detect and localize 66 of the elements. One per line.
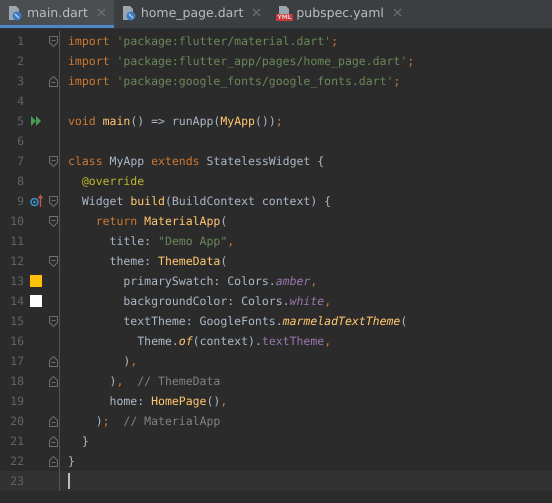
line-number: 13: [9, 274, 24, 288]
code-line: textTheme: GoogleFonts.marmeladTextTheme(: [122, 314, 408, 328]
run-icon[interactable]: [30, 115, 42, 127]
line-number: 21: [9, 434, 24, 448]
line-number: 12: [9, 254, 24, 268]
fold-icon[interactable]: [49, 456, 58, 466]
line-number: 3: [16, 74, 24, 88]
code-line: ); // MaterialApp: [94, 414, 220, 428]
code-line: ),: [122, 354, 138, 368]
line-number: 22: [9, 454, 24, 468]
code-line: backgroundColor: Colors.white,: [122, 294, 332, 308]
line-number: 15: [9, 314, 24, 328]
line-number: 8: [16, 174, 24, 188]
line-number: 6: [16, 134, 24, 148]
code-line: import 'package:google_fonts/google_fonts.dart';: [68, 74, 400, 88]
code-line: return MaterialApp(: [94, 214, 228, 228]
line-number: 19: [9, 394, 24, 408]
fold-icon[interactable]: [49, 216, 58, 226]
code-line: Theme.of(context).textTheme,: [136, 334, 332, 348]
dart-file-icon: [122, 4, 136, 20]
code-line: title: "Demo App",: [108, 234, 234, 248]
code-line: ), // ThemeData: [108, 374, 220, 388]
code-line: Widget build(BuildContext context) {: [80, 194, 332, 208]
line-number: 14: [9, 294, 24, 308]
code-line: class MyApp extends StatelessWidget {: [68, 154, 324, 168]
code-line: @override: [80, 174, 144, 188]
line-number: 5: [16, 114, 24, 128]
code-line: import 'package:flutter_app/pages/home_page.dart';: [68, 54, 414, 68]
override-icon[interactable]: [30, 194, 42, 208]
text-cursor: [68, 473, 70, 489]
line-number: 1: [16, 34, 24, 48]
fold-icon[interactable]: [49, 156, 58, 166]
fold-icon[interactable]: [49, 316, 58, 326]
line-number: 20: [9, 414, 24, 428]
code-line: import 'package:flutter/material.dart';: [68, 34, 338, 48]
line-number: 4: [16, 94, 24, 108]
dart-file-icon: [8, 4, 22, 20]
code-line: }: [80, 434, 89, 448]
close-icon[interactable]: [392, 8, 402, 17]
file-tab[interactable]: main.dart: [0, 0, 114, 28]
line-number: 17: [9, 354, 24, 368]
color-swatch[interactable]: [30, 295, 42, 307]
code-line: primarySwatch: Colors.amber,: [122, 274, 318, 288]
line-number: 16: [9, 334, 24, 348]
line-number: 10: [9, 214, 24, 228]
code-line: }: [68, 454, 75, 468]
line-number: 9: [16, 194, 24, 208]
fold-icon[interactable]: [49, 196, 58, 206]
code-line: theme: ThemeData(: [108, 254, 228, 268]
file-tab[interactable]: home_page.dart: [114, 0, 270, 28]
fold-icon[interactable]: [49, 356, 58, 366]
line-number: 11: [9, 234, 24, 248]
line-number: 2: [16, 54, 24, 68]
fold-icon[interactable]: [49, 256, 58, 266]
fold-icon[interactable]: [49, 76, 58, 86]
color-swatch[interactable]: [30, 275, 42, 287]
fold-icon[interactable]: [49, 416, 58, 426]
close-icon[interactable]: [252, 8, 262, 17]
line-number: 18: [9, 374, 24, 388]
fold-icon[interactable]: [49, 36, 58, 46]
close-icon[interactable]: [96, 8, 106, 17]
fold-icon[interactable]: [49, 436, 58, 446]
code-line: void main() => runApp(MyApp());: [68, 114, 283, 128]
fold-icon[interactable]: [49, 376, 58, 386]
line-number: 7: [16, 154, 24, 168]
code-line: home: HomePage(),: [108, 394, 228, 408]
